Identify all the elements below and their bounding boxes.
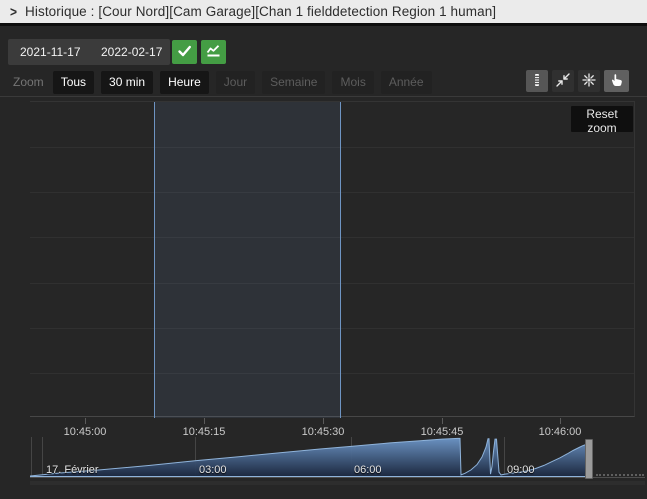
- compress-button[interactable]: [552, 70, 574, 92]
- x-tick: [204, 418, 205, 424]
- show-graph-button[interactable]: [201, 40, 226, 64]
- vertical-ruler-button[interactable]: [526, 70, 548, 92]
- chart-tools: [526, 70, 629, 92]
- zoom-button-tous[interactable]: Tous: [52, 70, 95, 94]
- page-header: > Historique : [Cour Nord][Cam Garage][C…: [0, 0, 647, 26]
- navigator-label: 09:00: [507, 464, 535, 476]
- x-tick: [442, 418, 443, 424]
- zoom-button-heure[interactable]: Heure: [160, 70, 209, 94]
- check-icon: [177, 44, 192, 61]
- navigator-handle[interactable]: [585, 439, 593, 479]
- page-title: Historique : [Cour Nord][Cam Garage][Cha…: [25, 4, 497, 19]
- scrollbar-track[interactable]: [30, 481, 645, 485]
- navigator-masked-series: [596, 474, 644, 476]
- chart-line-icon: [206, 44, 221, 61]
- chevron-right-icon: >: [10, 3, 18, 20]
- zoom-button-mois: Mois: [332, 70, 374, 94]
- zoom-button-30min[interactable]: 30 min: [101, 70, 154, 94]
- date-range-group: [8, 39, 170, 65]
- navigator-label: 06:00: [354, 464, 382, 476]
- plot-area[interactable]: [30, 101, 635, 418]
- zoom-selection-band: [154, 102, 341, 418]
- x-tick: [85, 418, 86, 424]
- navigator-axis-line: [30, 477, 645, 478]
- navigator-label: 17. Février: [46, 464, 99, 476]
- vertical-ruler-icon: [530, 73, 544, 90]
- navigator[interactable]: 17. Février 03:00 06:00 09:00: [0, 437, 647, 479]
- navigator-area-chart: [30, 437, 586, 477]
- navigator-area-path: [30, 437, 586, 477]
- sun-button[interactable]: [578, 70, 600, 92]
- zoom-button-semaine: Semaine: [262, 70, 326, 94]
- navigator-label: 03:00: [199, 464, 227, 476]
- pan-hand-button[interactable]: [604, 70, 629, 92]
- hand-pointer-icon: [610, 73, 624, 90]
- sun-icon: [582, 72, 596, 90]
- start-date-input[interactable]: [8, 39, 89, 65]
- zoom-range-bar: Zoom Tous 30 min Heure Jour Semaine Mois…: [13, 70, 439, 94]
- apply-dates-button[interactable]: [172, 40, 197, 64]
- zoom-button-annee: Année: [380, 70, 432, 94]
- x-tick: [560, 418, 561, 424]
- main-chart[interactable]: Reset zoom 10:45:00 10:45:15 10:45:30 10…: [0, 96, 647, 438]
- x-tick: [323, 418, 324, 424]
- end-date-input[interactable]: [89, 39, 170, 65]
- zoom-label: Zoom: [13, 75, 44, 89]
- compress-arrows-icon: [556, 72, 570, 90]
- reset-zoom-button[interactable]: Reset zoom: [571, 106, 633, 135]
- zoom-button-jour: Jour: [215, 70, 256, 94]
- history-page: > Historique : [Cour Nord][Cam Garage][C…: [0, 0, 647, 499]
